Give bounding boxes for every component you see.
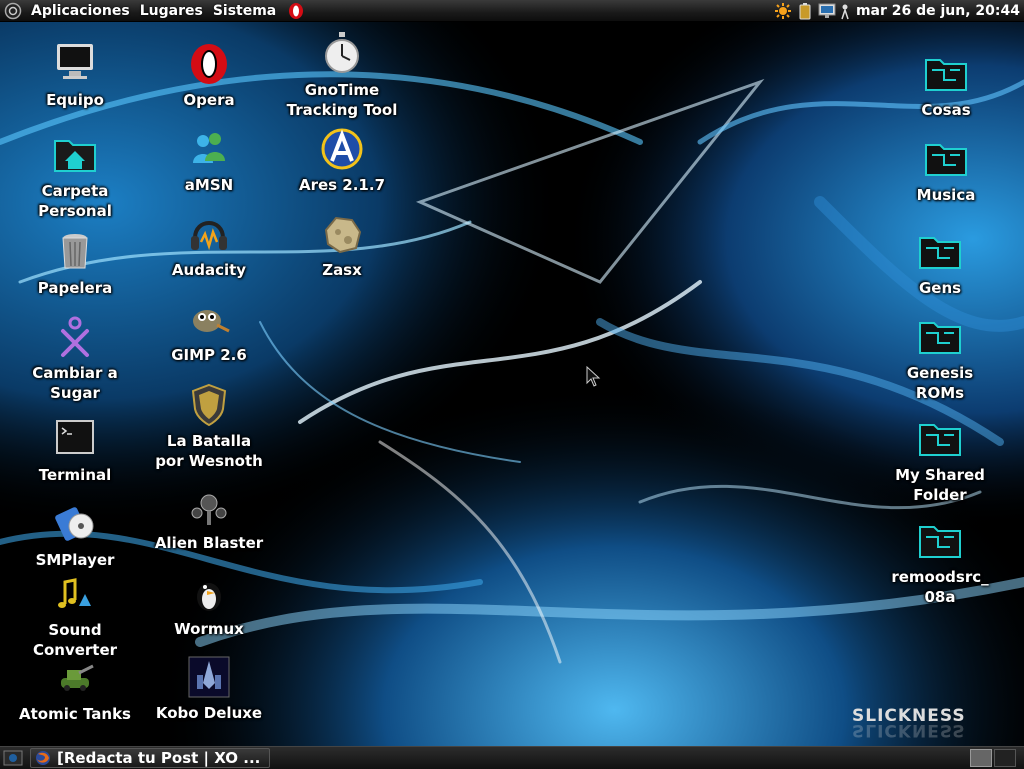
icon-label: GIMP 2.6 [171, 346, 247, 364]
firefox-icon [36, 751, 50, 765]
stopwatch-icon [325, 32, 359, 73]
home-folder-icon [54, 140, 96, 172]
alien-blaster-icon [191, 494, 227, 525]
desktop-icon-sound-converter[interactable]: Sound Converter [15, 570, 135, 660]
computer-icon [57, 44, 93, 79]
gimp-icon [193, 310, 230, 333]
folder-icon [919, 424, 961, 456]
icon-label: Kobo Deluxe [155, 704, 263, 722]
top-panel: Aplicaciones Lugares Sistema mar 26 de j… [0, 0, 1024, 22]
battery-icon[interactable] [796, 2, 814, 20]
audacity-icon [191, 221, 227, 251]
desktop-icon-equipo[interactable]: Equipo [15, 40, 135, 110]
workspace-1[interactable] [970, 749, 992, 767]
distro-logo-icon[interactable] [4, 2, 22, 20]
desktop-icon-terminal[interactable]: Terminal [15, 415, 135, 485]
opera-launcher-icon[interactable] [287, 2, 305, 20]
icon-label: Audacity [171, 261, 247, 279]
icon-label: SMPlayer [35, 551, 115, 569]
icon-label: La Batalla por Wesnoth [155, 432, 263, 470]
asteroid-icon [324, 216, 362, 254]
desktop-icon-remoodsrc[interactable]: remoodsrc_ 08a [880, 517, 1000, 607]
desktop-icon-gens[interactable]: Gens [880, 228, 1000, 298]
desktop-icon-carpeta-personal[interactable]: Carpeta Personal [15, 131, 135, 221]
icon-label: Zasx [322, 261, 362, 279]
desktop-icon-my-shared-folder[interactable]: My Shared Folder [880, 415, 1000, 505]
sound-converter-icon [58, 578, 91, 608]
desktop-icon-kobo-deluxe[interactable]: Kobo Deluxe [149, 653, 269, 723]
icon-label: Alien Blaster [154, 534, 264, 552]
desktop-icon-musica[interactable]: Musica [886, 135, 1006, 205]
desktop-icon-gnotime[interactable]: GnoTime Tracking Tool [282, 30, 402, 120]
mouse-pointer-icon [586, 366, 601, 387]
terminal-icon [56, 420, 94, 454]
ares-icon [321, 128, 363, 170]
wesnoth-icon [191, 383, 227, 427]
wallpaper-brand-logo: SLICKNESS SLICKNESS [852, 706, 966, 740]
show-desktop-icon[interactable] [2, 748, 24, 768]
smplayer-icon [55, 507, 94, 541]
panel-clock[interactable]: mar 26 de jun, 20:44 [856, 3, 1020, 19]
menu-aplicaciones[interactable]: Aplicaciones [26, 0, 135, 22]
desktop-icon-smplayer[interactable]: SMPlayer [15, 500, 135, 570]
desktop-icon-amsn[interactable]: aMSN [149, 125, 269, 195]
icon-label: Atomic Tanks [19, 705, 131, 723]
desktop-icon-cosas[interactable]: Cosas [886, 50, 1006, 120]
desktop-icon-zasx[interactable]: Zasx [282, 210, 402, 280]
desktop-icon-gimp[interactable]: GIMP 2.6 [149, 295, 269, 365]
taskbar-window-title: [Redacta tu Post | XO ... [57, 749, 261, 767]
kobo-deluxe-icon [188, 656, 230, 698]
icon-label: Opera [183, 91, 235, 109]
desktop-icon-wesnoth[interactable]: La Batalla por Wesnoth [149, 381, 269, 471]
icon-label: My Shared Folder [895, 466, 985, 504]
icon-label: Gens [918, 279, 962, 297]
desktop-icon-opera[interactable]: Opera [149, 40, 269, 110]
desktop-icon-alien-blaster[interactable]: Alien Blaster [149, 483, 269, 553]
icon-label: Cosas [921, 101, 971, 119]
folder-icon [919, 322, 961, 354]
icon-label: Ares 2.1.7 [298, 176, 386, 194]
icon-label: Musica [916, 186, 976, 204]
menu-lugares[interactable]: Lugares [135, 0, 208, 22]
folder-icon [925, 59, 967, 91]
icon-label: remoodsrc_ 08a [891, 568, 989, 606]
user-switcher-icon[interactable] [840, 2, 850, 20]
folder-icon [919, 526, 961, 558]
icon-label: Wormux [174, 620, 244, 638]
folder-icon [925, 144, 967, 176]
desktop-icon-atomic-tanks[interactable]: Atomic Tanks [15, 654, 135, 724]
desktop-icon-ares[interactable]: Ares 2.1.7 [282, 125, 402, 195]
workspace-2[interactable] [994, 749, 1016, 767]
bottom-panel: [Redacta tu Post | XO ... [0, 746, 1024, 769]
trash-icon [62, 234, 88, 269]
sugar-icon [61, 316, 89, 357]
opera-icon [191, 44, 227, 84]
system-tray: mar 26 de jun, 20:44 [774, 0, 1020, 22]
wormux-icon [197, 583, 221, 611]
icon-label: aMSN [184, 176, 234, 194]
icon-label: Equipo [46, 91, 104, 109]
menu-sistema[interactable]: Sistema [208, 0, 281, 22]
desktop-icon-genesis-roms[interactable]: Genesis ROMs [880, 313, 1000, 403]
icon-label: Cambiar a Sugar [32, 364, 118, 402]
desktop-icon-audacity[interactable]: Audacity [149, 210, 269, 280]
icon-label: Terminal [38, 466, 112, 484]
amsn-icon [193, 133, 225, 163]
network-monitor-icon[interactable] [818, 2, 836, 20]
taskbar-window-button[interactable]: [Redacta tu Post | XO ... [30, 748, 270, 768]
desktop-icon-wormux[interactable]: Wormux [149, 569, 269, 639]
folder-icon [919, 237, 961, 269]
update-notifier-icon[interactable] [774, 2, 792, 20]
icon-label: GnoTime Tracking Tool [286, 81, 398, 119]
desktop-icon-papelera[interactable]: Papelera [15, 228, 135, 298]
tank-icon [61, 664, 94, 691]
icon-label: Carpeta Personal [38, 182, 112, 220]
icon-label: Genesis ROMs [906, 364, 974, 402]
desktop-icon-cambiar-a-sugar[interactable]: Cambiar a Sugar [15, 313, 135, 403]
icon-label: Papelera [37, 279, 113, 297]
workspace-switcher[interactable] [970, 749, 1016, 767]
